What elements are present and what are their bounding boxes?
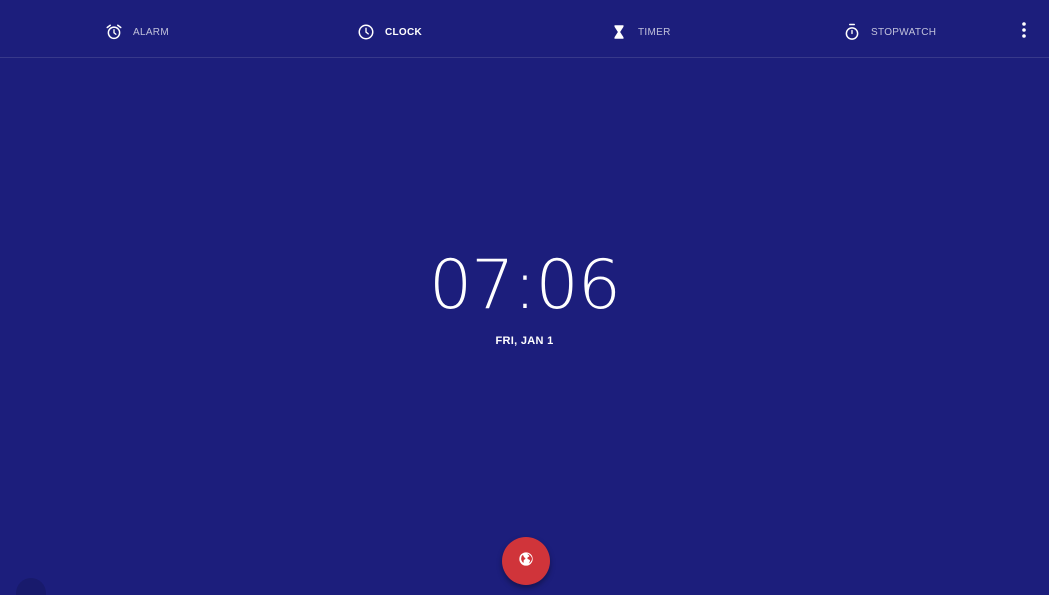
- hourglass-icon: [610, 23, 628, 41]
- tab-bar: ALARM CLOCK TIMER STOPWATCH: [0, 0, 1049, 58]
- tab-timer[interactable]: TIMER: [610, 20, 671, 44]
- tab-stopwatch[interactable]: STOPWATCH: [843, 20, 936, 44]
- clock-app: ALARM CLOCK TIMER STOPWATCH 07:06 FRI, J…: [0, 0, 1049, 595]
- world-clock-button[interactable]: [502, 537, 550, 585]
- corner-shadow: [16, 578, 46, 595]
- tab-stopwatch-label: STOPWATCH: [871, 26, 937, 38]
- tab-timer-label: TIMER: [638, 26, 671, 38]
- globe-icon: [518, 551, 534, 572]
- stopwatch-icon: [843, 23, 861, 41]
- digital-clock-time: 07:06: [429, 246, 621, 325]
- tab-clock[interactable]: CLOCK: [357, 20, 422, 44]
- tab-alarm[interactable]: ALARM: [105, 20, 169, 44]
- more-vert-icon: [1021, 21, 1027, 43]
- tab-clock-label: CLOCK: [385, 26, 423, 38]
- clock-date: FRI, JAN 1: [495, 335, 554, 347]
- alarm-icon: [105, 23, 123, 41]
- tab-alarm-label: ALARM: [133, 26, 169, 38]
- overflow-menu-button[interactable]: [1014, 21, 1034, 43]
- clock-icon: [357, 23, 375, 41]
